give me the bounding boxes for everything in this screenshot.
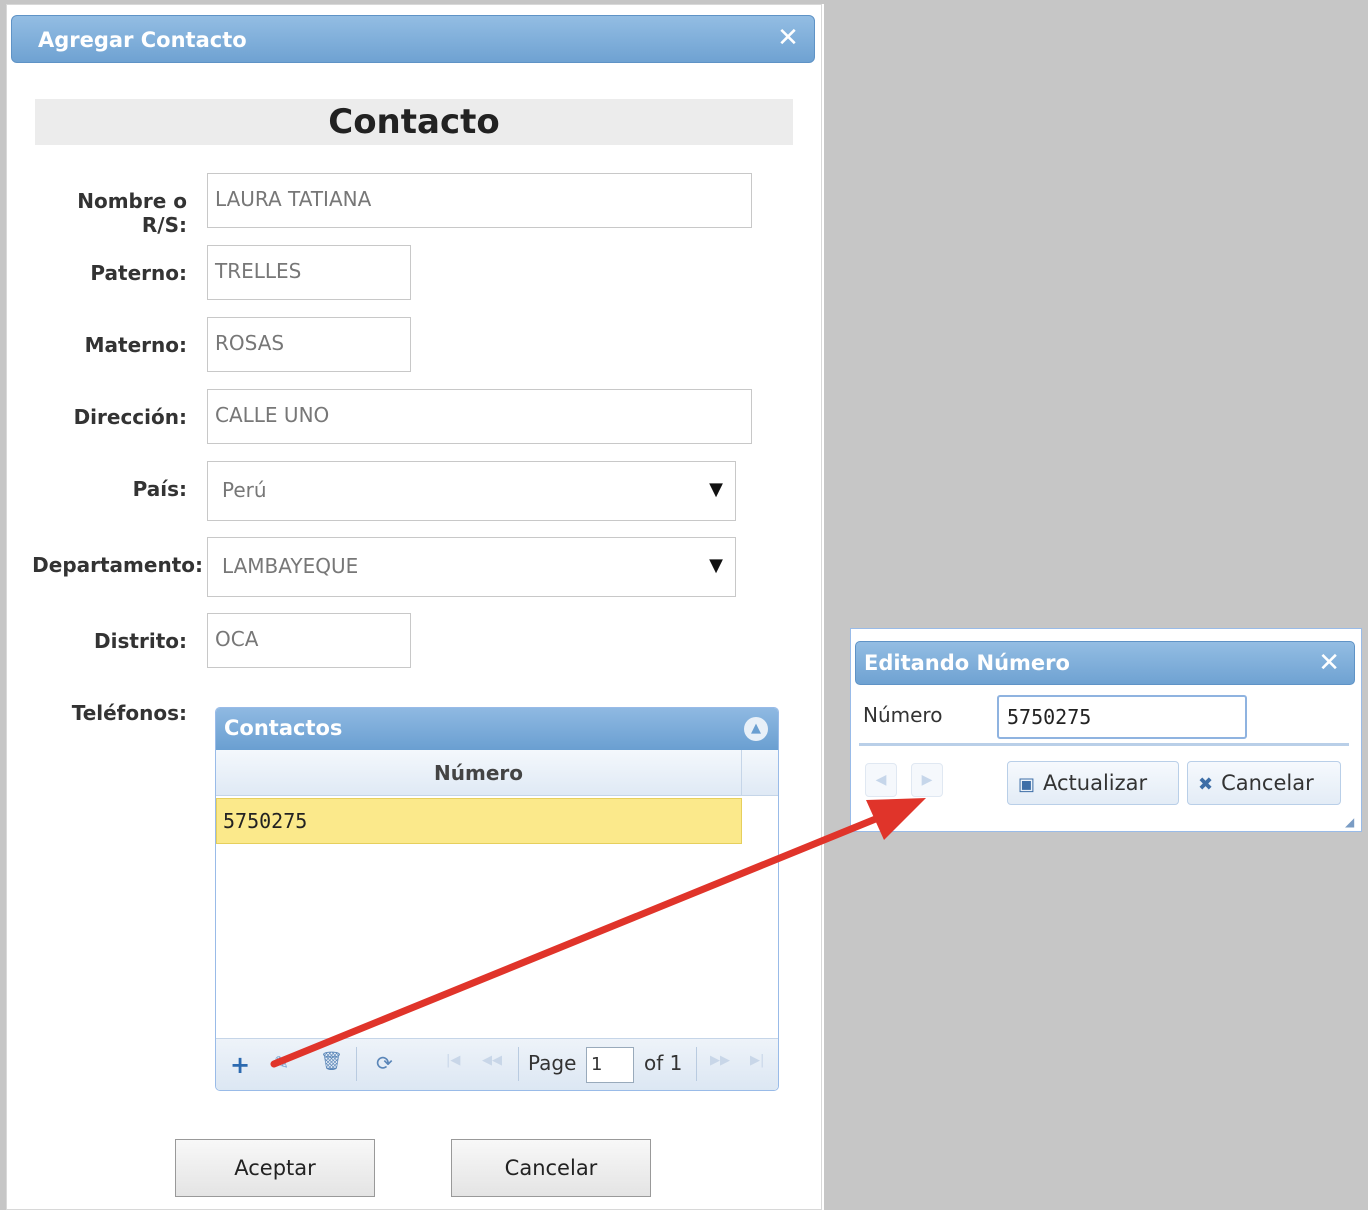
- nombre-label-line1: Nombre o: [77, 189, 187, 213]
- telefonos-label: Teléfonos:: [71, 701, 187, 725]
- nombre-input[interactable]: LAURA TATIANA: [207, 173, 752, 228]
- next-record-icon[interactable]: ▶: [911, 763, 943, 797]
- delete-icon[interactable]: 🗑: [320, 1051, 343, 1072]
- materno-input[interactable]: ROSAS: [207, 317, 411, 372]
- column-header-numero[interactable]: Número: [216, 750, 742, 796]
- first-page-icon[interactable]: |◀: [446, 1053, 460, 1068]
- toolbar-separator: [518, 1047, 519, 1081]
- edit-cancel-button[interactable]: ✖ Cancelar: [1187, 761, 1341, 805]
- prev-record-icon[interactable]: ◀: [865, 763, 897, 797]
- refresh-icon[interactable]: ⟳: [376, 1051, 393, 1075]
- grid-header: Contactos ▲: [216, 708, 778, 750]
- close-icon[interactable]: ✕: [1318, 648, 1340, 678]
- edit-cancel-button-label: Cancelar: [1221, 771, 1314, 795]
- pais-selected-value: Perú: [222, 478, 267, 502]
- cancel-x-icon: ✖: [1198, 774, 1214, 795]
- next-page-icon[interactable]: ▶▶: [710, 1053, 730, 1068]
- add-icon[interactable]: +: [230, 1051, 250, 1079]
- resize-handle-icon[interactable]: ◢: [1345, 815, 1357, 829]
- dropdown-arrow-icon: ▼: [709, 479, 723, 500]
- paterno-label: Paterno:: [90, 261, 187, 285]
- section-title: Contacto: [35, 99, 793, 145]
- page-label: Page: [528, 1051, 577, 1075]
- paterno-input[interactable]: TRELLES: [207, 245, 411, 300]
- prev-page-icon[interactable]: ◀◀: [482, 1053, 502, 1068]
- departamento-label: Departamento:: [32, 553, 203, 577]
- toolbar-separator: [356, 1047, 357, 1081]
- departamento-select[interactable]: LAMBAYEQUE ▼: [207, 537, 736, 597]
- nombre-label-line2: R/S:: [141, 213, 187, 237]
- editor-divider: [859, 743, 1349, 746]
- edit-number-dialog: Editando Número ✕ Número 5750275 ◀ ▶ ▣ Ac…: [850, 628, 1362, 832]
- dialog-title: Agregar Contacto: [38, 28, 247, 52]
- collapse-icon[interactable]: ▲: [744, 717, 768, 741]
- toolbar-separator: [696, 1047, 697, 1081]
- page-number-input[interactable]: 1: [586, 1047, 634, 1083]
- edit-icon[interactable]: ✎: [274, 1053, 289, 1074]
- dropdown-arrow-icon: ▼: [709, 555, 723, 576]
- edit-dialog-titlebar[interactable]: Editando Número ✕: [855, 641, 1355, 685]
- update-button[interactable]: ▣ Actualizar: [1007, 761, 1179, 805]
- dialog-titlebar[interactable]: Agregar Contacto ✕: [11, 15, 815, 63]
- pais-select[interactable]: Perú ▼: [207, 461, 736, 521]
- add-contact-dialog: Agregar Contacto ✕ Contacto Nombre o R/S…: [6, 4, 822, 1210]
- materno-label: Materno:: [84, 333, 187, 357]
- numero-label: Número: [863, 703, 943, 727]
- departamento-selected-value: LAMBAYEQUE: [222, 554, 359, 578]
- accept-button[interactable]: Aceptar: [175, 1139, 375, 1197]
- cancel-button[interactable]: Cancelar: [451, 1139, 651, 1197]
- edit-dialog-title: Editando Número: [864, 651, 1070, 675]
- distrito-input[interactable]: OCA: [207, 613, 411, 668]
- pais-label: País:: [132, 477, 187, 501]
- grid-title: Contactos: [224, 716, 343, 740]
- phones-grid: Contactos ▲ Número 5750275 + ✎ 🗑 ⟳ |◀ ◀◀…: [215, 707, 779, 1091]
- grid-column-header: Número: [216, 750, 778, 796]
- numero-input[interactable]: 5750275: [997, 695, 1247, 739]
- of-pages-label: of 1: [644, 1051, 683, 1075]
- direccion-label: Dirección:: [73, 405, 187, 429]
- table-row[interactable]: 5750275: [216, 798, 742, 844]
- save-icon: ▣: [1018, 774, 1036, 795]
- last-page-icon[interactable]: ▶|: [750, 1053, 764, 1068]
- nombre-label: Nombre o R/S:: [47, 189, 187, 237]
- update-button-label: Actualizar: [1043, 771, 1148, 795]
- distrito-label: Distrito:: [94, 629, 187, 653]
- grid-toolbar: + ✎ 🗑 ⟳ |◀ ◀◀ Page 1 of 1 ▶▶ ▶|: [216, 1038, 778, 1090]
- direccion-input[interactable]: CALLE UNO: [207, 389, 752, 444]
- close-icon[interactable]: ✕: [776, 25, 800, 51]
